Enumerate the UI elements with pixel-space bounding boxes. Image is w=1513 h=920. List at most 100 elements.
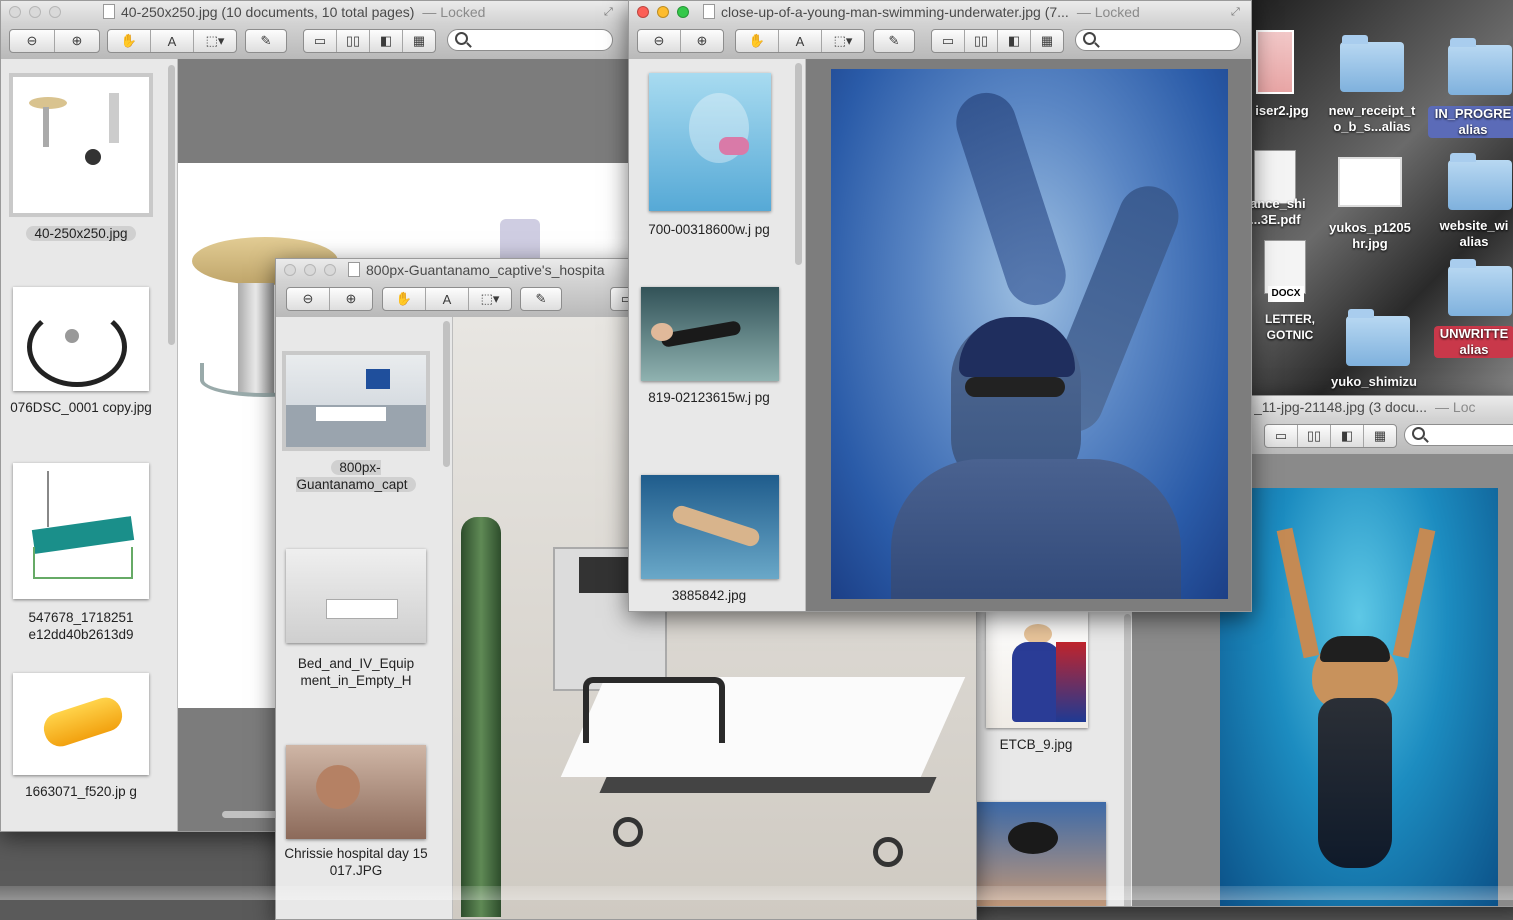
zoom-in-icon[interactable]: ⊕ [330,288,372,310]
minimize-button[interactable] [304,264,316,276]
single-page-icon[interactable]: ▭ [932,30,965,52]
fullscreen-icon[interactable]: ⤢ [1231,6,1243,18]
thumbnail-image[interactable] [641,475,779,579]
window-controls [284,264,336,276]
contact-sheet-icon[interactable]: ▦ [1031,30,1063,52]
zoom-button[interactable] [324,264,336,276]
thumbnail-sidebar[interactable]: 800px- Guantanamo_capt Bed_and_IV_Equip … [276,317,453,919]
folder-icon[interactable] [1448,38,1512,95]
hand-tool-icon[interactable]: ✋ [736,30,779,52]
sidebar-scrollbar[interactable] [1124,614,1131,906]
zoom-group: ⊖ ⊕ [9,29,100,53]
folder-icon[interactable] [1448,259,1512,316]
desktop-item-label[interactable]: website_wi alias [1432,218,1513,250]
preview-window-swimming[interactable]: close-up-of-a-young-man-swimming-underwa… [628,0,1252,612]
thumbnail-image[interactable] [649,73,771,211]
sidebar-view-icon[interactable]: ◧ [370,30,403,52]
pencil-icon[interactable]: ✎ [246,30,286,52]
minimize-button[interactable] [29,6,41,18]
thumbnail-sidebar[interactable]: 40-250x250.jpg 076DSC_0001 copy.jpg 5476… [1,59,178,831]
desktop-item-label[interactable]: DOCX [1268,286,1304,302]
text-tool-icon[interactable]: A [151,30,194,52]
select-tool-icon[interactable]: ⬚▾ [194,30,236,52]
hand-tool-icon[interactable]: ✋ [108,30,151,52]
desktop-item-label[interactable]: IN_PROGRE alias [1428,106,1513,138]
document-icon [103,4,115,19]
desktop-image-icon[interactable] [1256,30,1294,94]
folder-icon[interactable] [1346,309,1410,366]
single-page-icon[interactable]: ▭ [304,30,337,52]
thumbnail-sidebar[interactable]: 700-00318600w.j pg 819-02123615w.j pg 38… [629,59,806,611]
thumbnail-label: 40-250x250.jpg [5,225,157,242]
desktop-item-label[interactable]: yukos_p1205 hr.jpg [1320,220,1420,252]
dock[interactable] [0,886,1513,900]
search-icon [1412,427,1425,443]
two-page-icon[interactable]: ▯▯ [1298,425,1331,447]
select-tool-icon[interactable]: ⬚▾ [469,288,511,310]
close-button[interactable] [9,6,21,18]
close-button[interactable] [637,6,649,18]
search-field[interactable] [1075,29,1241,51]
view-mode-group: ▭ ▯▯ ◧ ▦ [1264,424,1397,448]
thumbnail-image[interactable] [641,287,779,381]
pencil-icon[interactable]: ✎ [521,288,561,310]
tool-group: ✋ A ⬚▾ [735,29,865,53]
thumbnail-image[interactable] [13,673,149,775]
single-page-icon[interactable]: ▭ [1265,425,1298,447]
thumbnail-image[interactable] [286,549,426,643]
thumbnail-image[interactable] [286,745,426,839]
thumbnail-image[interactable] [13,287,149,391]
text-tool-icon[interactable]: A [779,30,822,52]
thumbnail-image[interactable] [13,463,149,599]
contact-sheet-icon[interactable]: ▦ [1364,425,1396,447]
folder-icon[interactable] [1448,153,1512,210]
zoom-out-icon[interactable]: ⊖ [10,30,55,52]
hand-tool-icon[interactable]: ✋ [383,288,426,310]
folder-icon[interactable] [1340,35,1404,92]
search-icon [1083,32,1096,48]
desktop-item-label[interactable]: ance_shi ...3E.pdf [1250,196,1314,228]
text-tool-icon[interactable]: A [426,288,469,310]
zoom-group: ⊖ ⊕ [286,287,373,311]
thumbnail-image[interactable] [282,351,430,451]
tool-group: ✋ A ⬚▾ [107,29,237,53]
sidebar-view-icon[interactable]: ◧ [998,30,1031,52]
sidebar-scrollbar[interactable] [795,63,802,265]
sidebar-scrollbar[interactable] [168,65,175,345]
search-field[interactable] [1404,424,1513,446]
title-bar[interactable]: close-up-of-a-young-man-swimming-underwa… [629,1,1251,23]
desktop-item-label[interactable]: new_receipt_t o_b_s...alias [1322,103,1422,135]
zoom-button[interactable] [677,6,689,18]
window-title: _11-jpg-21148.jpg (3 docu... — Loc [1254,399,1476,415]
desktop-item-label[interactable]: LETTER, GOTNIC [1250,311,1330,343]
two-page-icon[interactable]: ▯▯ [337,30,370,52]
zoom-button[interactable] [49,6,61,18]
toolbar: ⊖ ⊕ ✋ A ⬚▾ ✎ ▭ ▯▯ ◧ ▦ [629,23,1251,60]
two-page-icon[interactable]: ▯▯ [965,30,998,52]
thumbnail-label: 076DSC_0001 copy.jpg [10,400,152,415]
title-bar[interactable]: 40-250x250.jpg (10 documents, 10 total p… [1,1,633,23]
thumbnail-image[interactable] [986,612,1088,728]
desktop-item-label[interactable]: yuko_shimizu [1324,374,1424,390]
close-button[interactable] [284,264,296,276]
desktop-item-label[interactable]: UNWRITTE alias [1434,326,1513,358]
image-file-icon[interactable] [1338,157,1402,207]
window-controls [637,6,689,18]
minimize-button[interactable] [657,6,669,18]
thumbnail-label: 819-02123615w.j pg [648,390,770,405]
pencil-icon[interactable]: ✎ [874,30,914,52]
sidebar-scrollbar[interactable] [443,321,450,467]
zoom-in-icon[interactable]: ⊕ [681,30,723,52]
thumbnail-image[interactable] [9,73,153,217]
fullscreen-icon[interactable]: ⤢ [604,6,616,18]
annotate-group: ✎ [873,29,915,53]
search-field[interactable] [447,29,613,51]
zoom-out-icon[interactable]: ⊖ [638,30,681,52]
zoom-out-icon[interactable]: ⊖ [287,288,330,310]
select-tool-icon[interactable]: ⬚▾ [822,30,864,52]
contact-sheet-icon[interactable]: ▦ [403,30,435,52]
window-title: 40-250x250.jpg (10 documents, 10 total p… [103,4,485,20]
zoom-in-icon[interactable]: ⊕ [55,30,99,52]
sidebar-view-icon[interactable]: ◧ [1331,425,1364,447]
desktop-item-label[interactable]: iser2.jpg [1250,103,1314,119]
